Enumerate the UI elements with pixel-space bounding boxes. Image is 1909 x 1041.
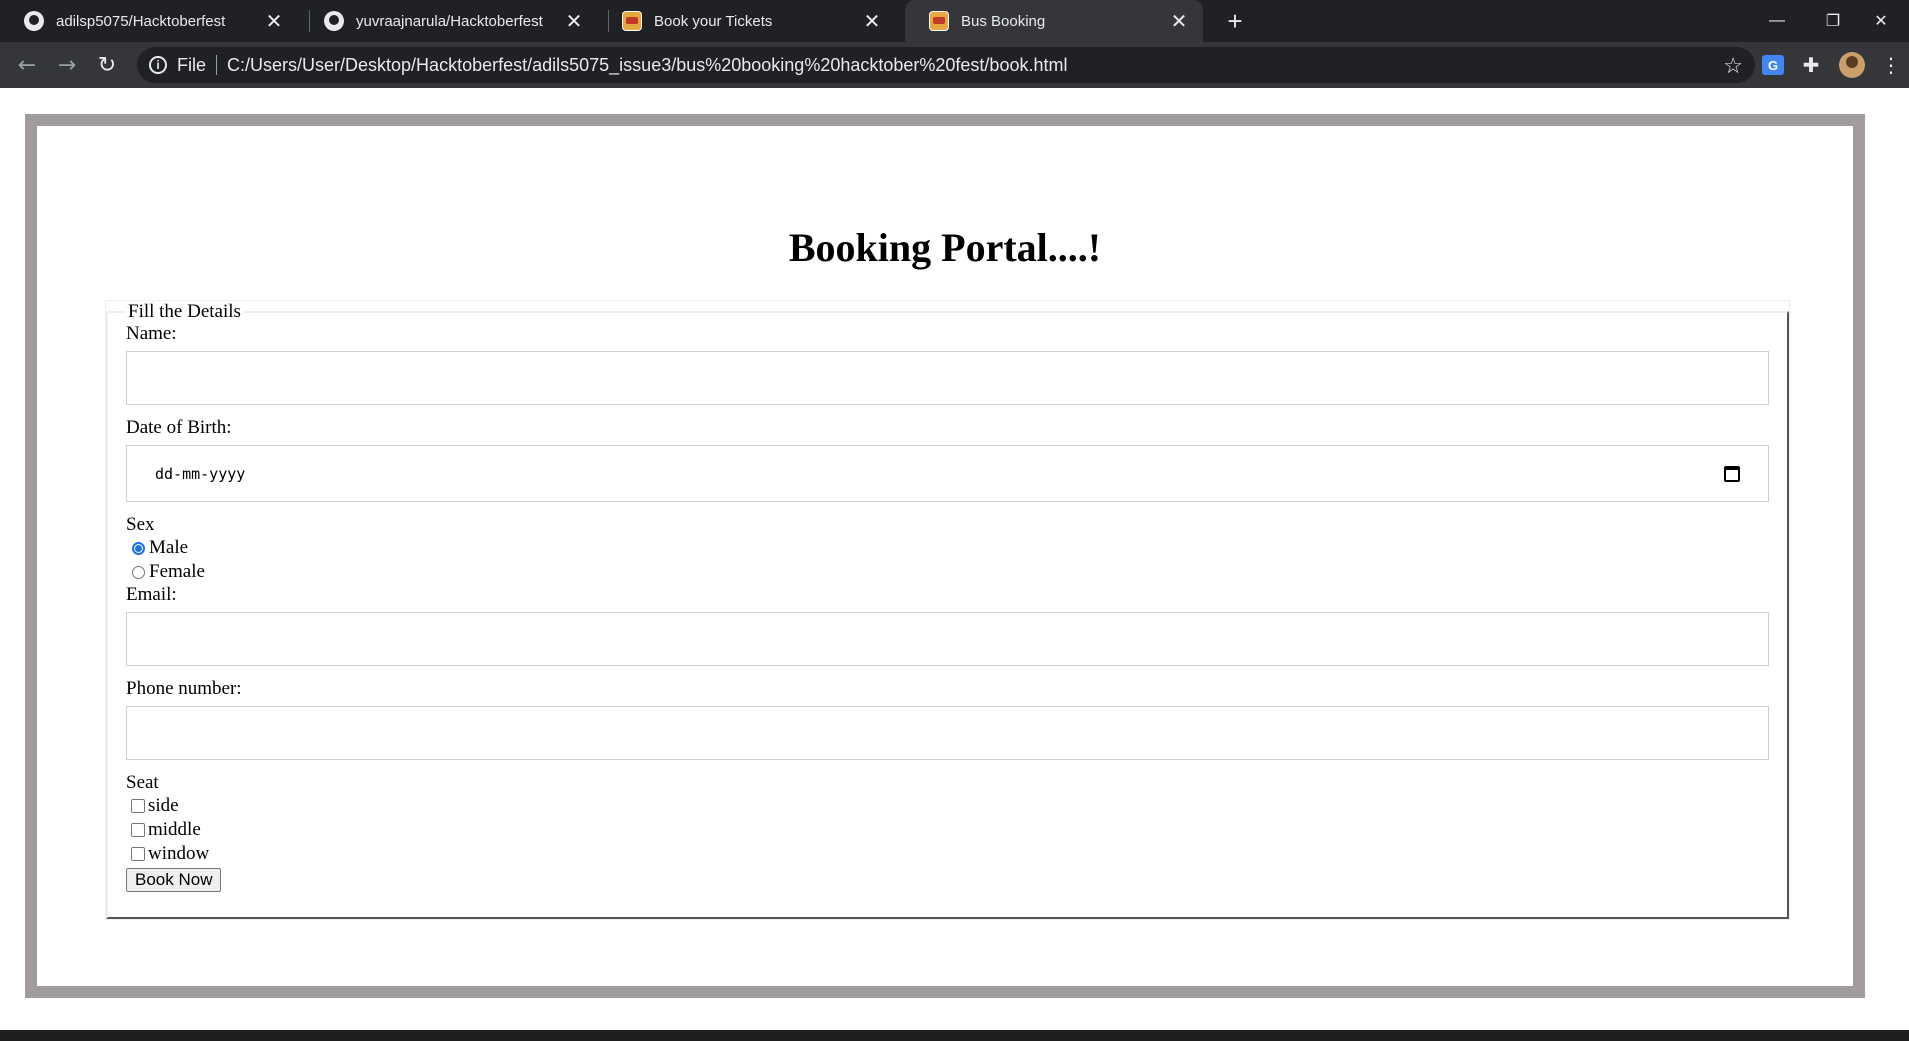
name-label: Name:: [126, 323, 177, 344]
forward-button[interactable]: →: [47, 42, 87, 88]
reload-button[interactable]: ↻: [87, 42, 127, 88]
sex-label: Sex: [126, 514, 155, 535]
close-tab-icon[interactable]: ✕: [560, 9, 588, 34]
phone-input[interactable]: [126, 706, 1769, 760]
github-icon: [324, 11, 344, 31]
side-checkbox-label: side: [148, 795, 179, 816]
minimize-window-button[interactable]: —: [1749, 0, 1805, 42]
window-checkbox-label: window: [148, 843, 210, 864]
page-frame: Booking Portal....! Fill the Details Nam…: [25, 114, 1865, 998]
translate-icon[interactable]: G: [1758, 50, 1788, 80]
puzzle-glyph: ✚: [1802, 54, 1820, 77]
close-tab-icon[interactable]: ✕: [1165, 9, 1193, 34]
translate-glyph: G: [1762, 55, 1784, 75]
close-window-button[interactable]: ✕: [1853, 0, 1909, 42]
sex-option-male[interactable]: Male: [126, 536, 1769, 560]
address-bar[interactable]: i File C:/Users/User/Desktop/Hacktoberfe…: [137, 47, 1755, 83]
seat-option-middle[interactable]: middle: [126, 818, 1769, 842]
tab-title: Book your Tickets: [654, 12, 773, 30]
bus-site-icon: [929, 11, 949, 31]
dob-label: Date of Birth:: [126, 417, 232, 438]
browser-toolbar: ← → ↻ i File C:/Users/User/Desktop/Hackt…: [0, 42, 1909, 88]
tab-book-your-tickets[interactable]: Book your Tickets ✕: [598, 0, 896, 42]
tab-title: Bus Booking: [961, 12, 1046, 30]
tab-title: adilsp5075/Hacktoberfest: [56, 12, 226, 30]
scheme-label: File: [177, 54, 207, 75]
github-icon: [24, 11, 44, 31]
tab-yuvraajnarula-hacktoberfest[interactable]: yuvraajnarula/Hacktoberfest ✕: [300, 0, 598, 42]
side-checkbox[interactable]: [131, 799, 145, 813]
male-radio-label: Male: [149, 537, 189, 558]
form-legend: Fill the Details: [128, 301, 241, 322]
profile-avatar[interactable]: [1837, 50, 1867, 80]
tab-adilsp5075-hacktoberfest[interactable]: adilsp5075/Hacktoberfest ✕: [0, 0, 298, 42]
seat-option-side[interactable]: side: [126, 794, 1769, 818]
dob-placeholder: dd-mm-yyyy: [155, 464, 246, 483]
female-radio[interactable]: [132, 565, 145, 579]
middle-checkbox-label: middle: [148, 819, 201, 840]
extensions-icon[interactable]: ✚: [1796, 50, 1826, 80]
booking-form: Fill the Details Name: Date of Birth: dd…: [105, 300, 1790, 920]
dob-date-input[interactable]: dd-mm-yyyy: [126, 445, 1769, 502]
calendar-icon[interactable]: [1724, 465, 1740, 482]
tab-bus-booking[interactable]: Bus Booking ✕: [905, 0, 1203, 42]
seat-label: Seat: [126, 772, 159, 793]
browser-menu-button[interactable]: ⋮: [1876, 50, 1906, 80]
book-now-button[interactable]: Book Now: [126, 868, 222, 892]
seat-option-window[interactable]: window: [126, 842, 1769, 866]
page-title: Booking Portal....!: [788, 225, 1102, 270]
bookmark-star-icon[interactable]: ☆: [1723, 53, 1743, 79]
info-icon[interactable]: i: [149, 56, 167, 74]
window-checkbox[interactable]: [131, 847, 145, 861]
bus-site-icon: [622, 11, 642, 31]
back-button[interactable]: ←: [7, 42, 47, 88]
url-text[interactable]: C:/Users/User/Desktop/Hacktoberfest/adil…: [227, 55, 1067, 76]
kebab-menu-icon: ⋮: [1881, 53, 1901, 77]
new-tab-button[interactable]: +: [1220, 0, 1250, 42]
email-label: Email:: [126, 584, 177, 605]
middle-checkbox[interactable]: [131, 823, 145, 837]
address-divider: [216, 55, 218, 75]
browser-tab-strip: adilsp5075/Hacktoberfest ✕ yuvraajnarula…: [0, 0, 1909, 42]
email-input[interactable]: [126, 612, 1769, 666]
close-tab-icon[interactable]: ✕: [858, 9, 886, 34]
os-taskbar: [0, 1030, 1909, 1041]
sex-option-female[interactable]: Female: [126, 560, 1769, 584]
avatar-icon: [1839, 52, 1865, 78]
name-input[interactable]: [126, 351, 1769, 405]
female-radio-label: Female: [149, 561, 205, 582]
tab-title: yuvraajnarula/Hacktoberfest: [356, 12, 543, 30]
male-radio[interactable]: [132, 541, 145, 555]
phone-label: Phone number:: [126, 678, 242, 699]
close-tab-icon[interactable]: ✕: [260, 9, 288, 34]
